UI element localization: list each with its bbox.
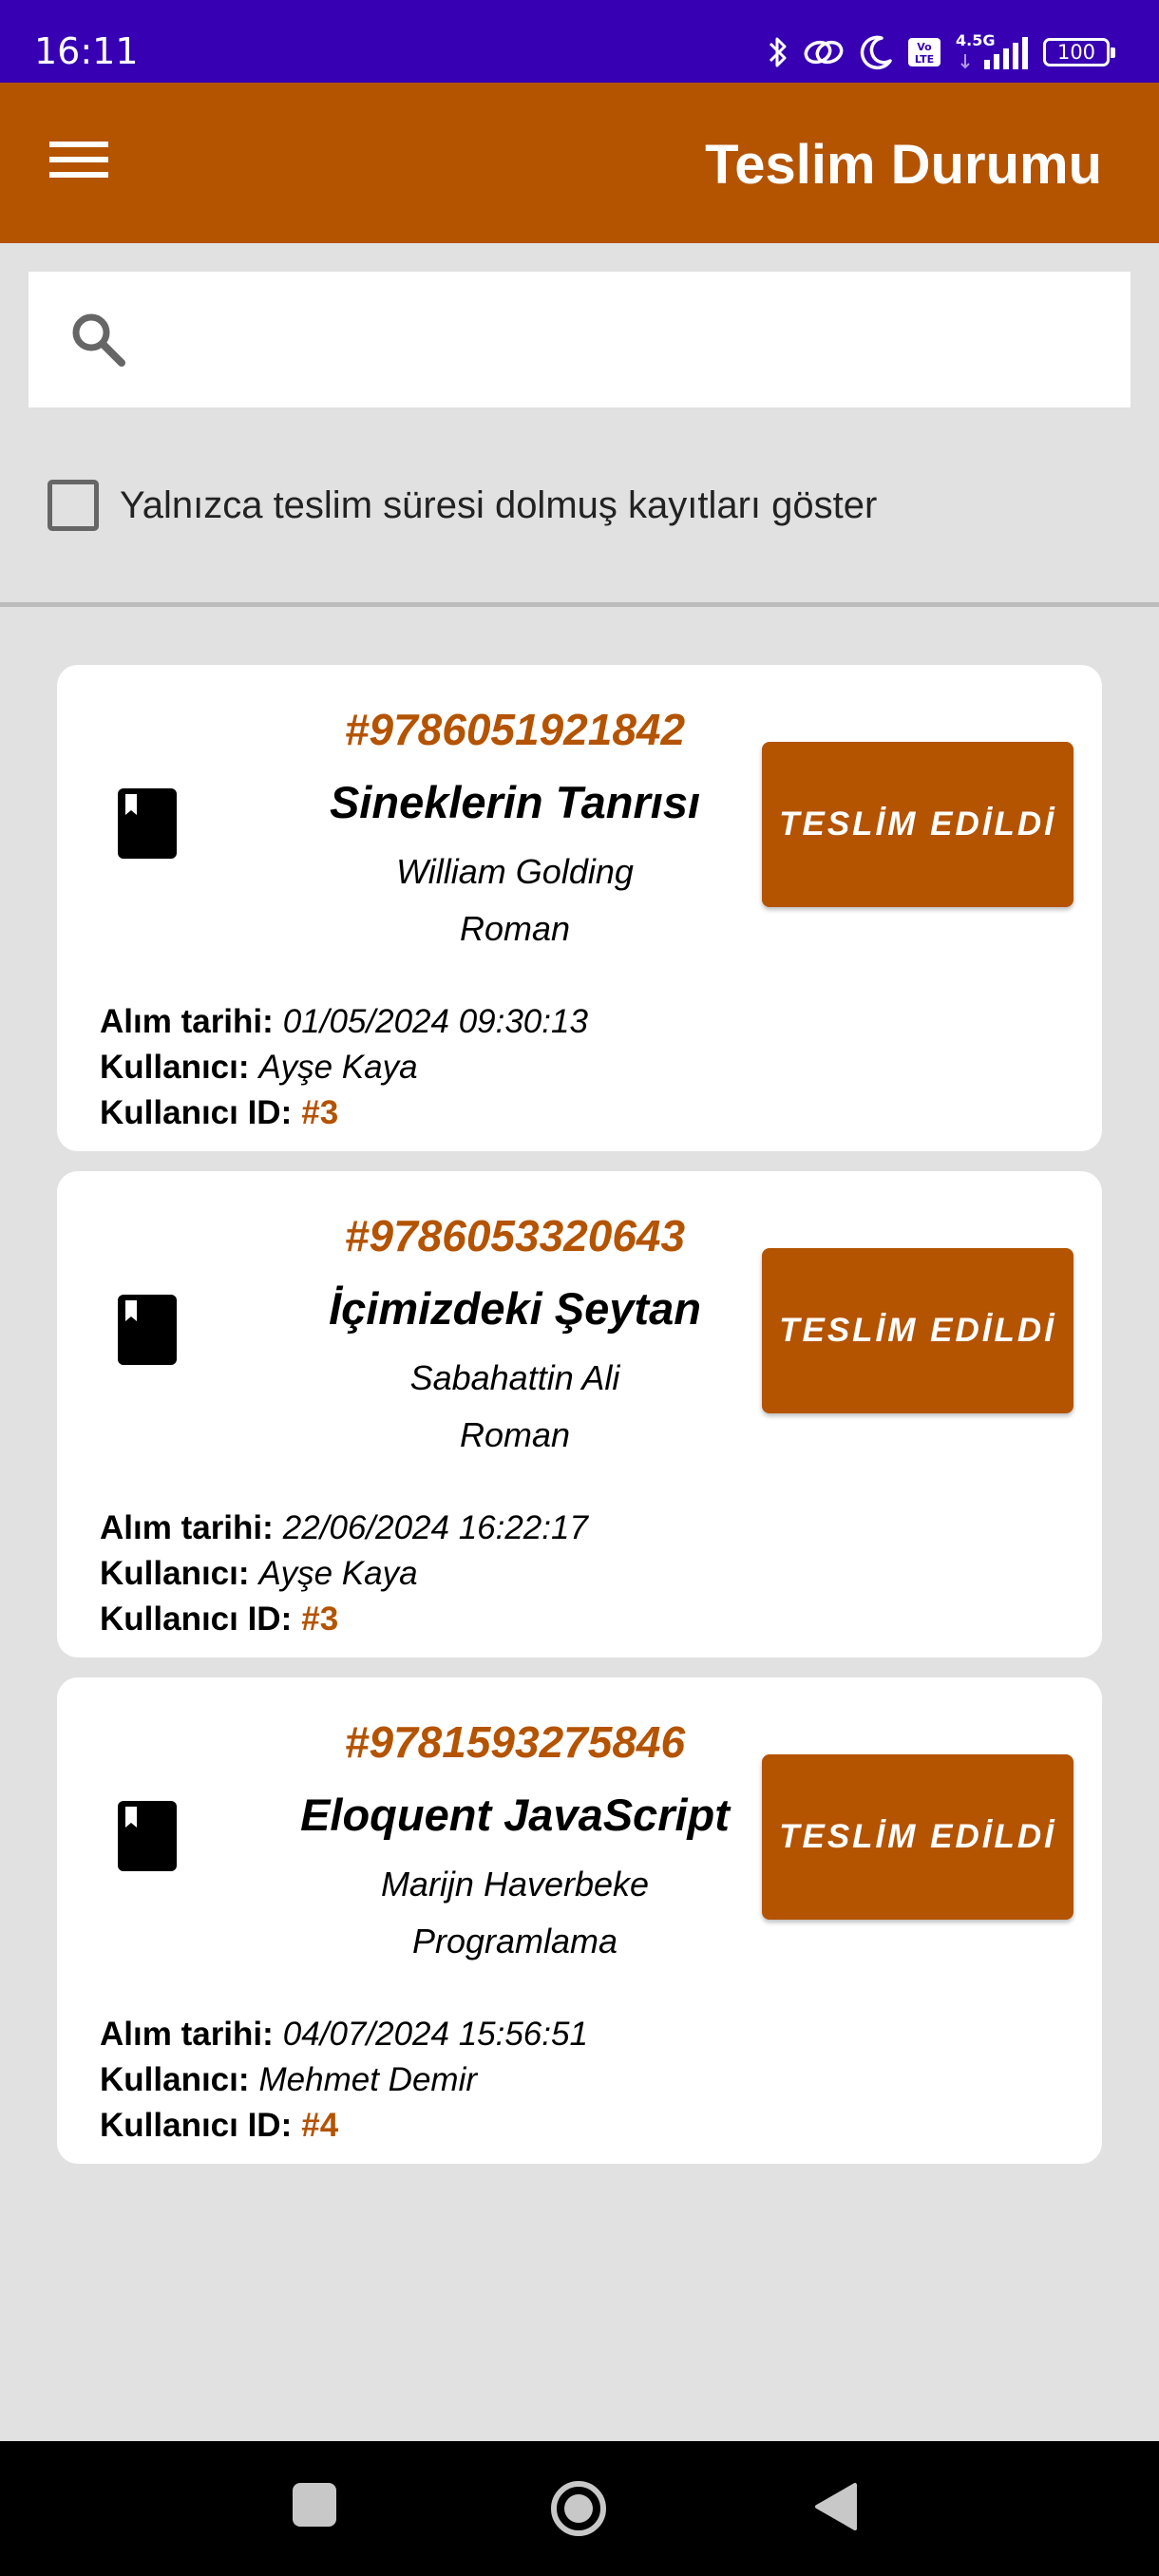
battery-level: 100 (1056, 41, 1096, 64)
loan-date-label: Alım tarihi: (100, 1003, 274, 1040)
loan-user-id-label: Kullanıcı ID: (100, 1094, 293, 1131)
loan-date-row: Alım tarihi: 22/06/2024 16:22:17 (100, 1507, 588, 1549)
svg-text:Vo: Vo (917, 41, 932, 53)
menu-icon[interactable] (49, 142, 108, 183)
loan-date-value: 22/06/2024 16:22:17 (282, 1509, 588, 1546)
delivered-button[interactable]: TESLİM EDİLDİ (762, 1754, 1074, 1920)
loan-user-row: Kullanıcı: Mehmet Demir (100, 2059, 477, 2101)
bluetooth-icon (769, 37, 787, 67)
loan-user-value: Ayşe Kaya (258, 1555, 418, 1592)
svg-text:LTE: LTE (915, 53, 934, 66)
loan-user-label: Kullanıcı: (100, 1049, 250, 1086)
system-nav-bar (0, 2441, 1159, 2576)
loan-user-label: Kullanıcı: (100, 1555, 250, 1592)
loan-user-label: Kullanıcı: (100, 2061, 250, 2098)
loan-user-value: Mehmet Demir (258, 2061, 478, 2098)
book-genre: Roman (459, 909, 571, 948)
battery-icon: 100 (1043, 38, 1115, 66)
status-time: 16:11 (34, 30, 139, 72)
volte-icon: Vo LTE (908, 38, 940, 66)
loan-user-id-label: Kullanıcı ID: (100, 2107, 293, 2144)
status-icons: Vo LTE 4.5G 100 (768, 28, 1115, 76)
loan-date-value: 01/05/2024 09:30:13 (282, 1003, 588, 1040)
loan-user-id-row: Kullanıcı ID: #4 (100, 2105, 338, 2147)
status-bar: 16:11 Vo LTE 4.5G 100 (0, 0, 1159, 83)
delivered-button[interactable]: TESLİM EDİLDİ (762, 1248, 1074, 1413)
loan-user-id-label: Kullanıcı ID: (100, 1601, 293, 1638)
link-icon (804, 40, 844, 65)
loan-user-id-value: #3 (301, 1094, 339, 1131)
delivered-button[interactable]: TESLİM EDİLDİ (762, 742, 1074, 907)
search-icon (72, 313, 125, 367)
divider (0, 602, 1159, 607)
loan-date-row: Alım tarihi: 04/07/2024 15:56:51 (100, 2014, 588, 2055)
loan-user-row: Kullanıcı: Ayşe Kaya (100, 1047, 418, 1089)
home-icon[interactable] (549, 2479, 608, 2538)
loan-card: #9786053320643 İçimizdeki Şeytan Sabahat… (57, 1171, 1102, 1657)
book-author: Marijn Haverbeke (380, 1865, 650, 1904)
loan-user-id-row: Kullanıcı ID: #3 (100, 1599, 338, 1640)
book-icon (118, 1295, 177, 1365)
book-genre: Roman (459, 1415, 571, 1454)
book-icon (118, 788, 177, 859)
loan-user-id-value: #4 (301, 2107, 339, 2144)
moon-icon (860, 35, 892, 70)
book-genre: Programlama (411, 1922, 618, 1960)
loan-date-label: Alım tarihi: (100, 2016, 274, 2053)
loan-user-row: Kullanıcı: Ayşe Kaya (100, 1553, 418, 1595)
isbn: #9781593275846 (344, 1717, 686, 1767)
book-title: İçimizdeki Şeytan (329, 1283, 701, 1334)
loan-date-row: Alım tarihi: 01/05/2024 09:30:13 (100, 1001, 588, 1043)
search-input[interactable] (28, 272, 1130, 407)
book-icon (118, 1801, 177, 1871)
loan-user-id-row: Kullanıcı ID: #3 (100, 1092, 338, 1134)
back-icon[interactable] (813, 2481, 857, 2532)
recents-icon[interactable] (293, 2483, 336, 2527)
isbn: #9786051921842 (344, 705, 686, 754)
signal-icon: 4.5G (956, 31, 1030, 71)
isbn: #9786053320643 (344, 1211, 686, 1260)
overdue-filter[interactable]: Yalnızca teslim süresi dolmuş kayıtları … (48, 479, 877, 532)
book-author: Sabahattin Ali (409, 1358, 620, 1397)
app-bar: Teslim Durumu (0, 83, 1159, 243)
overdue-filter-label: Yalnızca teslim süresi dolmuş kayıtları … (120, 483, 878, 526)
loan-date-label: Alım tarihi: (100, 1509, 274, 1546)
loan-card: #9786051921842 Sineklerin Tanrısı Willia… (57, 665, 1102, 1151)
overdue-checkbox[interactable] (48, 480, 99, 531)
page-title: Teslim Durumu (705, 134, 1102, 196)
loan-user-id-value: #3 (301, 1601, 339, 1638)
loan-card: #9781593275846 Eloquent JavaScript Marij… (57, 1677, 1102, 2164)
book-title: Eloquent JavaScript (300, 1790, 730, 1840)
loan-user-value: Ayşe Kaya (258, 1049, 418, 1086)
book-title: Sineklerin Tanrısı (329, 777, 701, 827)
loan-date-value: 04/07/2024 15:56:51 (282, 2016, 588, 2053)
book-author: William Golding (396, 852, 634, 891)
